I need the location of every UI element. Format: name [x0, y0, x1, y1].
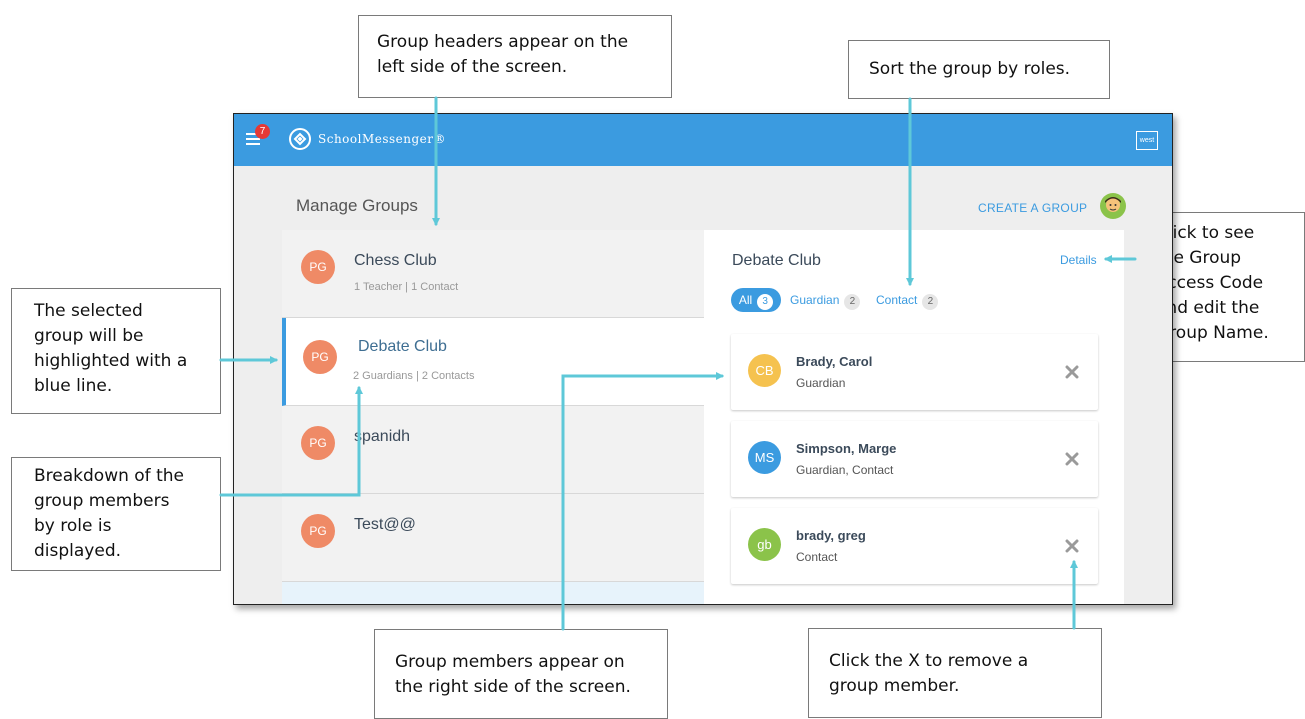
group-row-debate-club[interactable]: PG Debate Club 2 Guardians | 2 Contacts	[282, 318, 704, 406]
group-row-test[interactable]: PG Test@@	[282, 494, 704, 582]
app-window: 7 SchoolMessenger® west Manage Groups CR…	[233, 113, 1173, 605]
group-row-partial[interactable]	[282, 582, 704, 604]
create-group-button[interactable]: CREATE A GROUP	[978, 201, 1087, 215]
filter-count: 2	[922, 294, 939, 310]
filter-count: 3	[757, 294, 774, 310]
group-name: spanidh	[354, 428, 411, 445]
filter-count: 2	[844, 294, 861, 310]
filter-all[interactable]: All 3	[731, 288, 781, 312]
member-name: Simpson, Marge	[796, 441, 897, 456]
user-chip[interactable]: west	[1136, 131, 1158, 150]
brand-name: SchoolMessenger®	[318, 132, 447, 146]
callout-group-headers: Group headers appear on the left side of…	[358, 15, 672, 98]
member-avatar: gb	[748, 528, 781, 561]
member-name: Brady, Carol	[796, 354, 873, 369]
remove-member-icon[interactable]	[1065, 452, 1079, 466]
callout-sort-roles: Sort the group by roles.	[848, 40, 1110, 99]
group-name: Chess Club	[354, 252, 437, 269]
group-avatar: PG	[301, 426, 335, 460]
callout-role-breakdown: Breakdown of the group members by role i…	[11, 457, 221, 571]
callout-remove-member: Click the X to remove a group member.	[808, 628, 1102, 718]
group-name: Debate Club	[358, 338, 447, 355]
remove-member-icon[interactable]	[1065, 365, 1079, 379]
notification-badge[interactable]: 7	[255, 124, 270, 139]
member-card: gb brady, greg Contact	[731, 508, 1098, 584]
member-role: Contact	[796, 550, 838, 564]
remove-member-icon[interactable]	[1065, 539, 1079, 553]
group-role-breakdown: 2 Guardians | 2 Contacts	[353, 370, 475, 382]
groups-list: PG Chess Club 1 Teacher | 1 Contact PG D…	[282, 230, 704, 604]
filter-label: Guardian	[790, 293, 840, 307]
callout-group-members: Group members appear on the right side o…	[374, 629, 668, 719]
filter-guardian[interactable]: Guardian 2	[790, 288, 861, 312]
member-card: MS Simpson, Marge Guardian, Contact	[731, 421, 1098, 497]
details-link[interactable]: Details	[1060, 253, 1097, 267]
member-name: brady, greg	[796, 528, 866, 543]
group-avatar: PG	[301, 514, 335, 548]
user-avatar[interactable]	[1100, 193, 1126, 219]
member-avatar: CB	[748, 354, 781, 387]
group-name: Test@@	[354, 516, 416, 533]
group-row-chess-club[interactable]: PG Chess Club 1 Teacher | 1 Contact	[282, 230, 704, 318]
group-avatar: PG	[303, 340, 337, 374]
schoolmessenger-logo-icon	[289, 128, 311, 150]
app-header: 7 SchoolMessenger® west	[234, 114, 1172, 166]
filter-label: Contact	[876, 293, 918, 307]
group-row-spanidh[interactable]: PG spanidh	[282, 406, 704, 494]
filter-contact[interactable]: Contact 2	[876, 288, 939, 312]
page-title: Manage Groups	[296, 196, 418, 215]
detail-group-title: Debate Club	[732, 252, 821, 269]
group-avatar: PG	[301, 250, 335, 284]
group-detail-panel: Debate Club Details All 3 Guardian 2 Conta…	[704, 230, 1124, 604]
member-card: CB Brady, Carol Guardian	[731, 334, 1098, 410]
member-avatar: MS	[748, 441, 781, 474]
member-role: Guardian, Contact	[796, 463, 894, 477]
group-role-breakdown: 1 Teacher | 1 Contact	[354, 281, 459, 293]
callout-selected-group: The selected group will be highlighted w…	[11, 288, 221, 414]
filter-label: All	[738, 293, 753, 307]
member-role: Guardian	[796, 376, 846, 390]
